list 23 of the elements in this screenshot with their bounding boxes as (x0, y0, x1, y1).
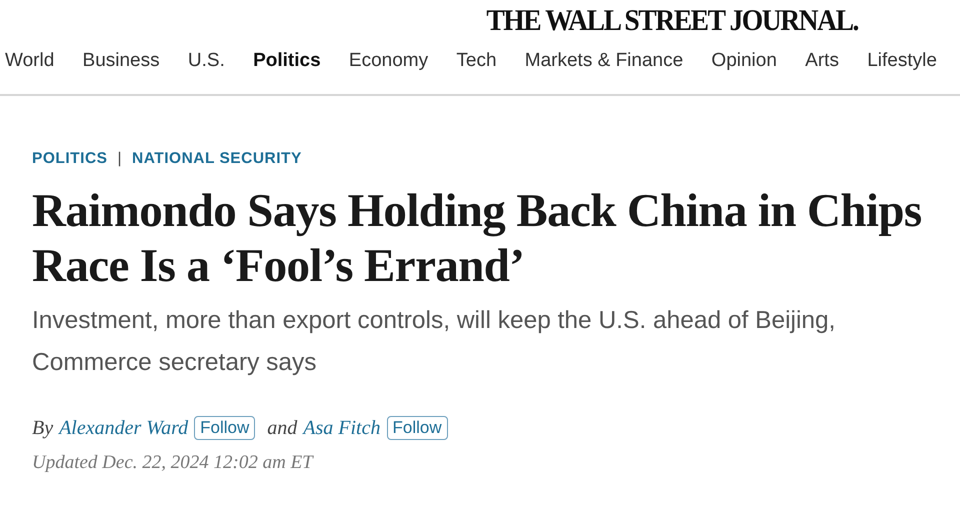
nav-link[interactable]: Lifestyle (867, 44, 937, 78)
subheadline: Investment, more than export controls, will keep the U.S. ahead of Beijing, Commerce secretary says (32, 306, 836, 378)
nav-link[interactable]: World (5, 44, 54, 78)
breadcrumb-link[interactable]: POLITICS (32, 150, 108, 168)
author-link[interactable]: Alexander Ward (59, 416, 188, 440)
breadcrumb-separator: | (117, 150, 122, 168)
nav-link[interactable]: Politics (253, 44, 321, 78)
nav-link[interactable]: U.S. (188, 44, 225, 78)
nav-link[interactable]: Opinion (711, 44, 777, 78)
updated-timestamp: Updated Dec. 22, 2024 12:02 am ET (32, 452, 315, 474)
breadcrumb-link[interactable]: NATIONAL SECURITY (132, 150, 302, 168)
byline-prefix: By (32, 416, 54, 440)
follow-button[interactable]: Follow (194, 416, 256, 440)
nav-link[interactable]: Business (82, 44, 160, 78)
headline: Raimondo Says Holding Back China in Chips Race Is a ‘Fool’s Errand’ (32, 184, 923, 294)
nav-link[interactable]: Tech (456, 44, 497, 78)
nav-link[interactable]: Markets & Finance (524, 44, 684, 78)
nav-link[interactable]: Economy (348, 44, 428, 78)
follow-button[interactable]: Follow (386, 416, 448, 440)
nav-link[interactable]: Arts (805, 44, 839, 78)
masthead-logo[interactable]: THE WALL STREET JOURNAL. (486, 4, 858, 44)
byline-joiner: and (267, 416, 298, 440)
author-link[interactable]: Asa Fitch (303, 416, 380, 440)
